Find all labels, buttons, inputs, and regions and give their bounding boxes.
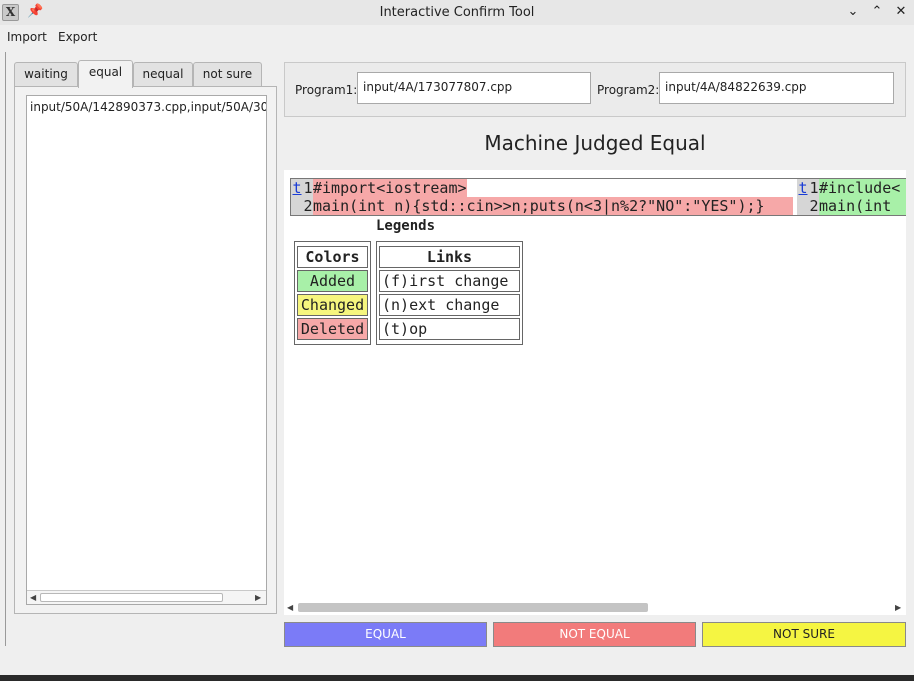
tab-equal[interactable]: equal bbox=[78, 60, 133, 88]
legend-deleted: Deleted bbox=[297, 318, 368, 340]
line-gutter bbox=[291, 197, 303, 215]
left-line-1: #import<iostream> bbox=[313, 179, 793, 197]
diff-row: 2 main(int n){std::cin>>n;puts(n<3|n%2?"… bbox=[291, 197, 906, 215]
not-equal-button[interactable]: NOT EQUAL bbox=[493, 622, 696, 647]
program2-field[interactable]: input/4A/84822639.cpp bbox=[659, 72, 894, 104]
equal-button[interactable]: EQUAL bbox=[284, 622, 487, 647]
tab-panel-equal: input/50A/142890373.cpp,input/50A/305341… bbox=[14, 86, 277, 614]
maximize-icon[interactable]: ⌃ bbox=[868, 3, 886, 21]
tab-waiting[interactable]: waiting bbox=[14, 62, 78, 87]
tab-not-sure[interactable]: not sure bbox=[193, 62, 262, 87]
deleted-code: main(int n){std::cin>>n;puts(n<3|n%2?"NO… bbox=[313, 197, 793, 215]
program1-field[interactable]: input/4A/173077807.cpp bbox=[357, 72, 591, 104]
legend-added: Added bbox=[297, 270, 368, 292]
added-code: #include< bbox=[819, 179, 906, 197]
top-link-left[interactable]: t bbox=[291, 179, 303, 197]
program1-label: Program1: bbox=[295, 83, 358, 97]
window-title: Interactive Confirm Tool bbox=[379, 5, 535, 20]
program-selector: Program1: input/4A/173077807.cpp Program… bbox=[284, 62, 906, 117]
taskbar-strip bbox=[0, 675, 914, 681]
legend-changed: Changed bbox=[297, 294, 368, 316]
scrollbar-thumb[interactable] bbox=[40, 593, 223, 602]
scroll-right-icon[interactable]: ▶ bbox=[255, 591, 261, 604]
legend-colors: Colors Added Changed Deleted bbox=[294, 241, 371, 345]
diff-view[interactable]: t 1 #import<iostream> t 1 #include< 2 ma… bbox=[284, 170, 906, 615]
menu-bar: Import Export bbox=[0, 26, 914, 48]
line-gutter bbox=[797, 197, 809, 215]
list-horizontal-scrollbar[interactable]: ◀ ▶ bbox=[27, 590, 266, 604]
list-item[interactable]: input/50A/142890373.cpp,input/50A/305341 bbox=[30, 100, 266, 114]
splitter[interactable] bbox=[5, 52, 6, 646]
file-list[interactable]: input/50A/142890373.cpp,input/50A/305341… bbox=[26, 95, 267, 605]
page-title: Machine Judged Equal bbox=[484, 131, 706, 155]
menu-export[interactable]: Export bbox=[58, 30, 97, 44]
close-icon[interactable]: ✕ bbox=[892, 3, 910, 21]
legend-links: Links (f)irst change (n)ext change (t)op bbox=[376, 241, 523, 345]
legend-first-change: (f)irst change bbox=[379, 270, 520, 292]
minimize-icon[interactable]: ⌄ bbox=[844, 3, 862, 21]
scroll-left-icon[interactable]: ◀ bbox=[287, 601, 293, 615]
title-bar: X 📌 Interactive Confirm Tool ⌄ ⌃ ✕ bbox=[0, 0, 914, 25]
scroll-left-icon[interactable]: ◀ bbox=[30, 591, 36, 604]
line-number: 2 bbox=[303, 197, 313, 215]
tab-nequal[interactable]: nequal bbox=[133, 62, 193, 87]
line-number: 1 bbox=[303, 179, 313, 197]
diff-table: t 1 #import<iostream> t 1 #include< 2 ma… bbox=[290, 178, 906, 216]
legend-top: (t)op bbox=[379, 318, 520, 340]
menu-import[interactable]: Import bbox=[7, 30, 47, 44]
line-number: 2 bbox=[809, 197, 819, 215]
legend-colors-header: Colors bbox=[297, 246, 368, 268]
not-sure-button[interactable]: NOT SURE bbox=[702, 622, 906, 647]
legends-title: Legends bbox=[376, 218, 436, 234]
deleted-code: #import<iostream> bbox=[313, 179, 467, 197]
legend-links-header: Links bbox=[379, 246, 520, 268]
line-number: 1 bbox=[809, 179, 819, 197]
top-link-right[interactable]: t bbox=[797, 179, 809, 197]
program2-label: Program2: bbox=[597, 83, 660, 97]
legend-next-change: (n)ext change bbox=[379, 294, 520, 316]
added-code: main(int bbox=[819, 197, 906, 215]
diff-row: t 1 #import<iostream> t 1 #include< bbox=[291, 179, 906, 197]
scrollbar-thumb[interactable] bbox=[298, 603, 648, 612]
scroll-right-icon[interactable]: ▶ bbox=[895, 601, 901, 615]
diff-horizontal-scrollbar[interactable]: ◀ ▶ bbox=[284, 601, 906, 615]
